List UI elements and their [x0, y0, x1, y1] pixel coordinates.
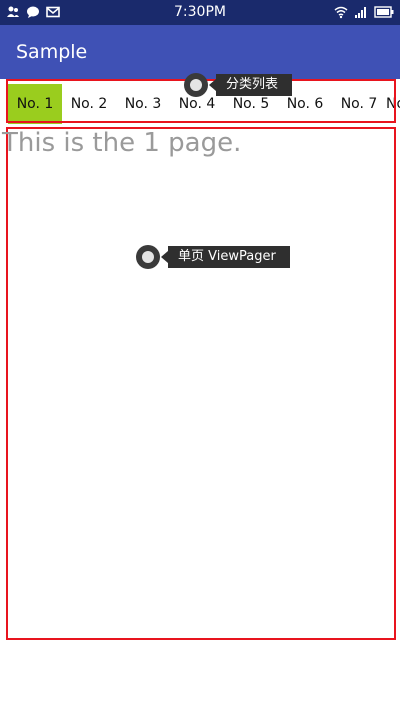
signal-icon [355, 7, 366, 18]
annotation-dot-icon [136, 245, 160, 269]
tab-strip-annotation: 分类列表 [184, 73, 293, 97]
viewpager-highlight-box [6, 127, 396, 640]
app-title: Sample [16, 41, 88, 63]
status-bar: 7:30PM [0, 0, 400, 25]
wifi-icon [334, 6, 348, 19]
tab-strip-annotation-label: 分类列表 [208, 74, 293, 96]
annotation-dot-icon [184, 73, 208, 97]
page-content-text: This is the 1 page. [2, 128, 242, 158]
status-right-icons [334, 5, 394, 19]
viewpager-annotation-label: 单页 ViewPager [161, 246, 290, 268]
battery-icon [374, 6, 394, 18]
app-bar: Sample [0, 25, 400, 79]
viewpager-annotation: 单页 ViewPager [136, 245, 290, 269]
